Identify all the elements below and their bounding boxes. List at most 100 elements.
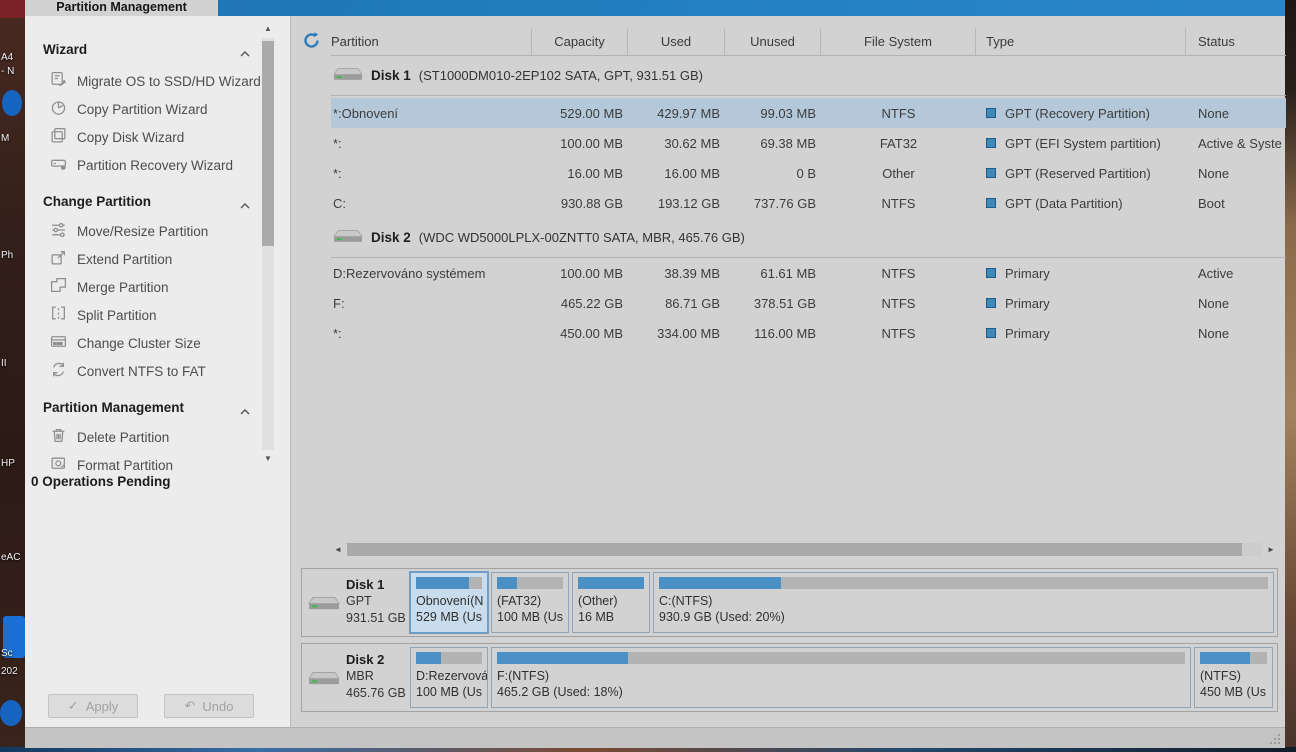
partition-block-label: F:(NTFS) [497,668,1185,684]
sidebar-item-label: Migrate OS to SSD/HD Wizard [77,74,261,89]
resize-grip[interactable] [1270,734,1281,745]
partition-block-f-ntfs[interactable]: F:(NTFS)465.2 GB (Used: 18%) [491,647,1191,708]
apply-button[interactable]: ✓ Apply [48,694,138,718]
refresh-icon[interactable] [302,31,321,50]
disk-icon [331,67,363,85]
sidebar-item-label: Delete Partition [77,430,169,445]
sidebar-item-merge-partition[interactable]: Merge Partition [50,276,265,298]
sidebar-scrollbar-track[interactable] [262,38,274,450]
partition-row[interactable]: *:16.00 MB16.00 MB0 BOtherGPT (Reserved … [331,158,1286,188]
unused-cell: 737.76 GB [725,196,821,211]
disk-group-header-disk-2[interactable]: Disk 2(WDC WD5000LPLX-00ZNTT0 SATA, MBR,… [331,218,1286,258]
chevron-up-icon[interactable] [240,45,250,60]
scroll-up-arrow-icon[interactable]: ▲ [262,24,274,34]
desktop-text-fragment: II [1,358,7,369]
partition-type-icon [986,108,996,118]
partition-type-icon [986,328,996,338]
sidebar-scrollbar-thumb[interactable] [262,41,274,246]
partition-type-icon [986,138,996,148]
operations-pending-label: 0 Operations Pending [31,474,171,489]
type-label: GPT (Reserved Partition) [1005,166,1151,181]
disk-map-text: Disk 1GPT931.51 GB [346,576,406,627]
sidebar-item-convert-ntfs-to-fat[interactable]: Convert NTFS to FAT [50,360,265,382]
partition-block-d-rezervov[interactable]: D:Rezervová100 MB (Us [410,647,488,708]
scroll-down-arrow-icon[interactable]: ▼ [262,454,274,464]
unused-cell: 116.00 MB [725,326,821,341]
chevron-up-icon[interactable] [240,197,250,212]
disk-name: Disk 1 [371,68,411,83]
file-system-cell: NTFS [821,296,976,311]
sidebar-item-move-resize-partition[interactable]: Move/Resize Partition [50,220,265,242]
type-label: Primary [1005,296,1050,311]
partition-name-cell: F: [331,296,532,311]
section-header-partition-management[interactable]: Partition Management [43,398,250,416]
sidebar-item-format-partition[interactable]: Format Partition [50,454,265,476]
undo-button[interactable]: ↶ Undo [164,694,254,718]
scroll-left-arrow-icon[interactable]: ◄ [331,543,345,556]
disk-scheme: MBR [346,668,406,685]
type-cell: Primary [976,266,1186,281]
partition-block-fat32[interactable]: (FAT32)100 MB (Us [491,572,569,633]
column-header-file-system[interactable]: File System [821,28,976,55]
file-system-cell: NTFS [821,266,976,281]
column-header-unused[interactable]: Unused [725,28,821,55]
desktop-icon-fragment [0,700,22,726]
sidebar-item-label: Split Partition [77,308,157,323]
column-header-partition[interactable]: Partition [331,28,532,55]
horizontal-scrollbar[interactable]: ◄ ► [331,541,1278,558]
section-header-wizard[interactable]: Wizard [43,40,250,58]
usage-bar [659,577,1268,589]
disk-info: (ST1000DM010-2EP102 SATA, GPT, 931.51 GB… [419,68,703,83]
migrate-os-icon [50,71,67,91]
unused-cell: 0 B [725,166,821,181]
disk-group-header-disk-1[interactable]: Disk 1 (ST1000DM010-2EP102 SATA, GPT, 931… [331,56,1286,96]
scroll-right-arrow-icon[interactable]: ► [1264,543,1278,556]
partition-block-c-ntfs[interactable]: C:(NTFS)930.9 GB (Used: 20%) [653,572,1274,633]
sidebar-item-change-cluster-size[interactable]: Change Cluster Size [50,332,265,354]
move-resize-icon [50,221,67,241]
sidebar-item-label: Partition Recovery Wizard [77,158,233,173]
partition-block-obnoven-n[interactable]: Obnovení(N529 MB (Us [410,572,488,633]
partition-block-other[interactable]: (Other)16 MB [572,572,650,633]
disk-map-info[interactable]: Disk 2MBR465.76 GB [302,644,410,711]
partition-row[interactable]: *:100.00 MB30.62 MB69.38 MBFAT32GPT (EFI… [331,128,1286,158]
file-system-cell: Other [821,166,976,181]
column-header-capacity[interactable]: Capacity [532,28,628,55]
sidebar-item-extend-partition[interactable]: Extend Partition [50,248,265,270]
partition-row[interactable]: D:Rezervováno systémem100.00 MB38.39 MB6… [331,258,1286,288]
partition-row[interactable]: F:465.22 GB86.71 GB378.51 GBNTFSPrimaryN… [331,288,1286,318]
partition-block-ntfs[interactable]: (NTFS)450 MB (Us [1194,647,1273,708]
column-header-type[interactable]: Type [976,28,1186,55]
disk-map-info[interactable]: Disk 1GPT931.51 GB [302,569,410,636]
partition-row[interactable]: *:Obnovení529.00 MB429.97 MB99.03 MBNTFS… [331,98,1286,128]
column-header-status[interactable]: Status [1186,28,1286,55]
type-label: Primary [1005,266,1050,281]
sidebar-item-delete-partition[interactable]: Delete Partition [50,426,265,448]
column-header-used[interactable]: Used [628,28,725,55]
sidebar-item-copy-disk-wizard[interactable]: Copy Disk Wizard [50,126,265,148]
usage-bar-fill [1200,652,1250,664]
tab-partition-management[interactable]: Partition Management [25,0,218,16]
horizontal-scrollbar-thumb[interactable] [347,543,1242,556]
partition-row[interactable]: *:450.00 MB334.00 MB116.00 MBNTFSPrimary… [331,318,1286,348]
horizontal-scrollbar-track[interactable] [347,543,1262,556]
sidebar-item-partition-recovery-wizard[interactable]: Partition Recovery Wizard [50,154,265,176]
usage-bar [497,652,1185,664]
partition-row[interactable]: C:930.88 GB193.12 GB737.76 GBNTFSGPT (Da… [331,188,1286,218]
partition-block-size: 465.2 GB (Used: 18%) [497,684,1185,700]
sidebar-item-migrate-os-to-ssd-hd-wizard[interactable]: Migrate OS to SSD/HD Wizard [50,70,265,92]
section-header-change-partition[interactable]: Change Partition [43,192,250,210]
chevron-up-icon[interactable] [240,403,250,418]
status-cell: None [1186,106,1286,121]
sidebar-item-split-partition[interactable]: Split Partition [50,304,265,326]
disk-map-disk-2: Disk 2MBR465.76 GBD:Rezervová100 MB (UsF… [301,643,1278,712]
partition-block-size: 529 MB (Us [416,609,482,625]
file-system-cell: NTFS [821,106,976,121]
sidebar-scrollbar[interactable]: ▲ ▼ [262,24,274,464]
usage-bar [416,577,482,589]
partition-block-size: 16 MB [578,609,644,625]
capacity-cell: 465.22 GB [532,296,628,311]
desktop-background-left: A4- NMPhIIHPeACSc202 [0,0,25,752]
unused-cell: 61.61 MB [725,266,821,281]
sidebar-item-copy-partition-wizard[interactable]: Copy Partition Wizard [50,98,265,120]
